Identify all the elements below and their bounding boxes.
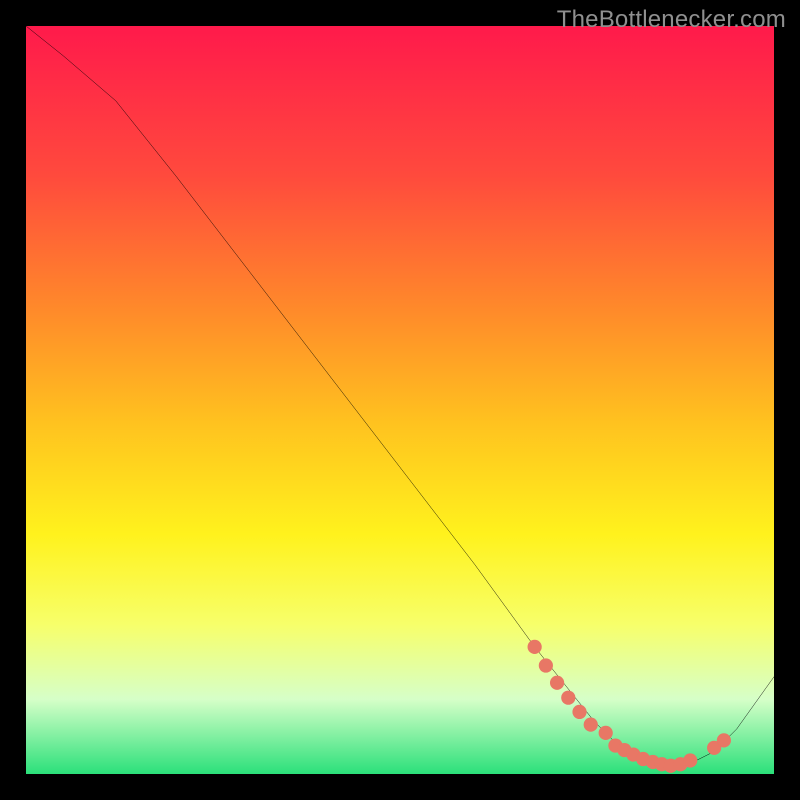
highlight-dot <box>717 733 731 747</box>
curve-layer <box>26 26 774 774</box>
highlight-dot <box>561 691 575 705</box>
highlight-dot <box>584 718 598 732</box>
highlight-dot <box>550 676 564 690</box>
highlight-dots <box>528 640 731 773</box>
attribution-label: TheBottlenecker.com <box>557 6 786 34</box>
highlight-dot <box>539 658 553 672</box>
highlight-dot <box>599 726 613 740</box>
bottleneck-curve <box>26 26 774 767</box>
highlight-dot <box>683 753 697 767</box>
highlight-dot <box>572 705 586 719</box>
highlight-dot <box>528 640 542 654</box>
plot-area <box>26 26 774 774</box>
chart-frame: TheBottlenecker.com <box>0 0 800 800</box>
